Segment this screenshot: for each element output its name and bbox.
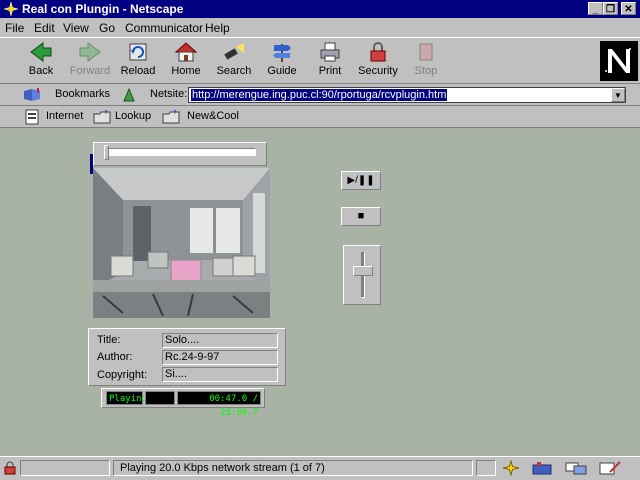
menu-file[interactable]: File: [5, 21, 24, 35]
status-bar: Playing 20.0 Kbps network stream (1 of 7…: [0, 456, 640, 480]
copyright-value: Si....: [162, 367, 278, 382]
newcool-link[interactable]: New&Cool: [187, 110, 239, 122]
forward-button[interactable]: Forward: [67, 41, 113, 81]
window-title: Real con Plungin - Netscape: [22, 2, 184, 16]
home-button[interactable]: Home: [163, 41, 209, 81]
newcool-folder-icon: [162, 110, 180, 124]
position-slider-thumb[interactable]: [104, 145, 109, 160]
title-value: Solo....: [162, 333, 278, 348]
navigator-component-icon[interactable]: [502, 460, 520, 476]
back-arrow-icon: [30, 42, 52, 62]
internet-page-icon: [25, 109, 39, 125]
author-label: Author:: [97, 351, 133, 363]
volume-thumb[interactable]: [353, 266, 373, 276]
volume-control: [343, 245, 381, 305]
status-divider: [476, 460, 496, 476]
search-button[interactable]: Search: [211, 41, 257, 81]
stop-playback-button[interactable]: ■: [341, 207, 381, 226]
player-status-panel: Playing 00:47.0 / 25:09.7: [101, 388, 265, 418]
composer-component-icon[interactable]: [598, 460, 622, 476]
position-slider-panel: [93, 142, 267, 166]
bookmarks-icon: [24, 88, 40, 101]
guide-signpost-icon: [273, 44, 291, 62]
reload-icon: [129, 43, 147, 61]
url-dropdown-button[interactable]: ▼: [611, 88, 625, 102]
lookup-folder-icon: [93, 110, 111, 124]
printer-icon: [320, 42, 340, 62]
netscape-n-logo[interactable]: [600, 41, 638, 81]
personal-toolbar: Internet Lookup New&Cool: [0, 106, 640, 128]
author-value: Rc.24-9-97: [162, 350, 278, 365]
status-text: Playing 20.0 Kbps network stream (1 of 7…: [113, 460, 473, 476]
netscape-app-icon: [3, 1, 19, 17]
title-label: Title:: [97, 334, 121, 346]
clip-info-panel: Title: Solo.... Author: Rc.24-9-97 Copyr…: [88, 328, 286, 386]
padlock-icon: [370, 42, 386, 62]
video-frame: [93, 168, 270, 318]
menu-view[interactable]: View: [63, 21, 89, 35]
internet-link[interactable]: Internet: [46, 110, 83, 122]
forward-arrow-icon: [79, 42, 101, 62]
navigation-toolbar: Back Forward Reload Home Search Guide Pr…: [0, 37, 640, 84]
progress-box: [20, 460, 110, 476]
minimize-button[interactable]: _: [588, 2, 603, 15]
lookup-link[interactable]: Lookup: [115, 110, 151, 122]
guide-button[interactable]: Guide: [259, 41, 305, 81]
mailbox-component-icon[interactable]: [531, 460, 555, 476]
close-button[interactable]: ✕: [621, 2, 636, 15]
bookmarks-button[interactable]: Bookmarks: [55, 88, 110, 100]
menu-edit[interactable]: Edit: [34, 21, 55, 35]
position-slider-track[interactable]: [106, 148, 256, 156]
search-flashlight-icon: [224, 43, 244, 60]
netsite-label: Netsite:: [150, 88, 188, 100]
reload-button[interactable]: Reload: [115, 41, 161, 81]
url-text: http://merengue.ing.puc.cl:90/rportuga/r…: [191, 89, 448, 101]
home-icon: [174, 42, 198, 62]
time-display: 00:47.0 / 25:09.7: [177, 391, 261, 418]
maximize-button[interactable]: ❐: [603, 2, 618, 15]
title-bar[interactable]: Real con Plungin - Netscape _ ❐ ✕: [0, 0, 640, 18]
stop-icon: [419, 43, 433, 61]
print-button[interactable]: Print: [307, 41, 353, 81]
menu-help[interactable]: Help: [205, 21, 230, 35]
menu-go[interactable]: Go: [99, 21, 115, 35]
security-status-icon[interactable]: [3, 461, 17, 475]
security-button[interactable]: Security: [355, 41, 401, 81]
copyright-label: Copyright:: [97, 369, 148, 381]
url-input[interactable]: http://merengue.ing.puc.cl:90/rportuga/r…: [188, 87, 626, 103]
menu-bar: File Edit View Go Communicator Help: [0, 18, 640, 37]
page-content: Title: Solo.... Author: Rc.24-9-97 Copyr…: [0, 128, 640, 456]
status-blank-display: [145, 391, 175, 405]
discussion-component-icon[interactable]: [564, 460, 588, 476]
video-image: [93, 168, 270, 318]
netscape-logo-icon: [600, 41, 638, 81]
page-proxy-icon[interactable]: [121, 87, 137, 103]
playback-status: Playing: [106, 391, 147, 405]
back-button[interactable]: Back: [18, 41, 64, 81]
stop-button[interactable]: Stop: [403, 41, 449, 81]
play-pause-button[interactable]: ▶/❚❚: [341, 171, 381, 190]
menu-communicator[interactable]: Communicator: [125, 21, 203, 35]
location-toolbar: Bookmarks Netsite: http://merengue.ing.p…: [0, 84, 640, 106]
